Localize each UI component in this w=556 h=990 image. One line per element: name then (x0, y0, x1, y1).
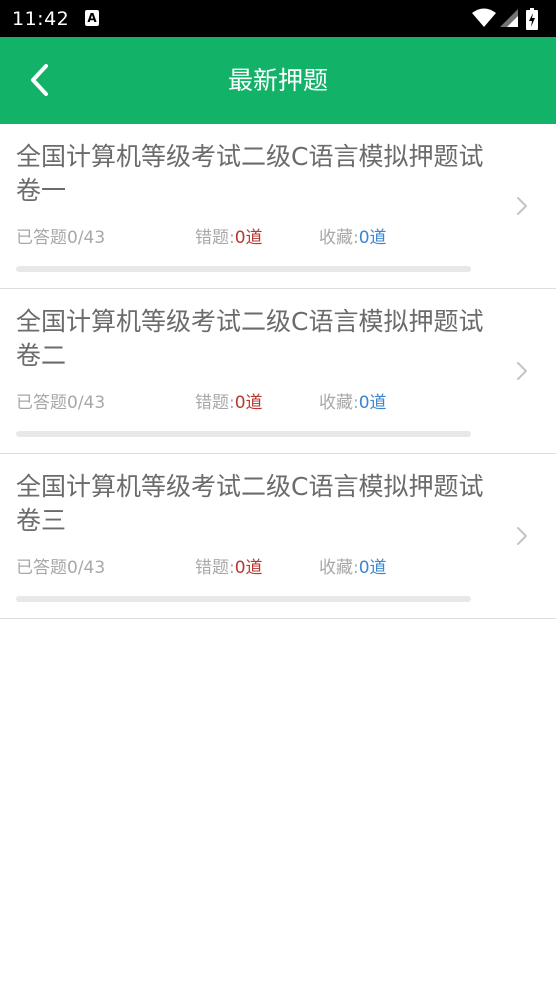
favorite-count: 收藏:0道 (319, 226, 387, 250)
wrong-count: 错题:0道 (195, 556, 263, 580)
wrong-label: 错题: (195, 393, 235, 413)
chevron-right-icon (517, 197, 527, 215)
status-bar: 11:42 A (0, 0, 556, 37)
wrong-value: 0道 (234, 393, 263, 413)
favorite-label: 收藏: (319, 228, 359, 248)
wrong-value: 0道 (234, 228, 263, 248)
answered-count: 已答题0/43 (16, 228, 106, 248)
paper-title: 全国计算机等级考试二级C语言模拟押题试卷一 (16, 142, 484, 205)
wrong-label: 错题: (195, 228, 235, 248)
back-button[interactable] (20, 57, 66, 103)
app-bar: 最新押题 (0, 37, 556, 124)
favorite-label: 收藏: (319, 393, 359, 413)
wifi-icon (472, 8, 496, 27)
favorite-value: 0道 (358, 393, 387, 413)
favorite-count: 收藏:0道 (319, 556, 387, 580)
chevron-right-icon (517, 362, 527, 380)
favorite-value: 0道 (358, 228, 387, 248)
paper-item-2[interactable]: 全国计算机等级考试二级C语言模拟押题试卷二 已答题0/43 错题:0道 收藏:0… (0, 289, 556, 454)
wrong-label: 错题: (195, 558, 235, 578)
wrong-count: 错题:0道 (195, 226, 263, 250)
paper-item-3[interactable]: 全国计算机等级考试二级C语言模拟押题试卷三 已答题0/43 错题:0道 收藏:0… (0, 454, 556, 619)
progress-bar (16, 266, 471, 272)
page-title: 最新押题 (227, 66, 328, 95)
paper-list: 全国计算机等级考试二级C语言模拟押题试卷一 已答题0/43 错题:0道 收藏:0… (0, 124, 556, 619)
notification-a-icon: A (85, 10, 99, 26)
wrong-count: 错题:0道 (195, 391, 263, 415)
progress-bar (16, 431, 471, 437)
chevron-left-icon (31, 64, 48, 96)
favorite-label: 收藏: (319, 558, 359, 578)
cell-signal-icon (500, 9, 518, 27)
paper-item-1[interactable]: 全国计算机等级考试二级C语言模拟押题试卷一 已答题0/43 错题:0道 收藏:0… (0, 124, 556, 289)
favorite-count: 收藏:0道 (319, 391, 387, 415)
status-time: 11:42 (12, 8, 70, 30)
status-icons (466, 8, 546, 30)
answered-count: 已答题0/43 (16, 558, 106, 578)
favorite-value: 0道 (358, 558, 387, 578)
battery-icon (526, 8, 538, 30)
answered-count: 已答题0/43 (16, 393, 106, 413)
paper-title: 全国计算机等级考试二级C语言模拟押题试卷二 (16, 307, 484, 370)
paper-title: 全国计算机等级考试二级C语言模拟押题试卷三 (16, 472, 484, 535)
wrong-value: 0道 (234, 558, 263, 578)
chevron-right-icon (517, 527, 527, 545)
progress-bar (16, 596, 471, 602)
